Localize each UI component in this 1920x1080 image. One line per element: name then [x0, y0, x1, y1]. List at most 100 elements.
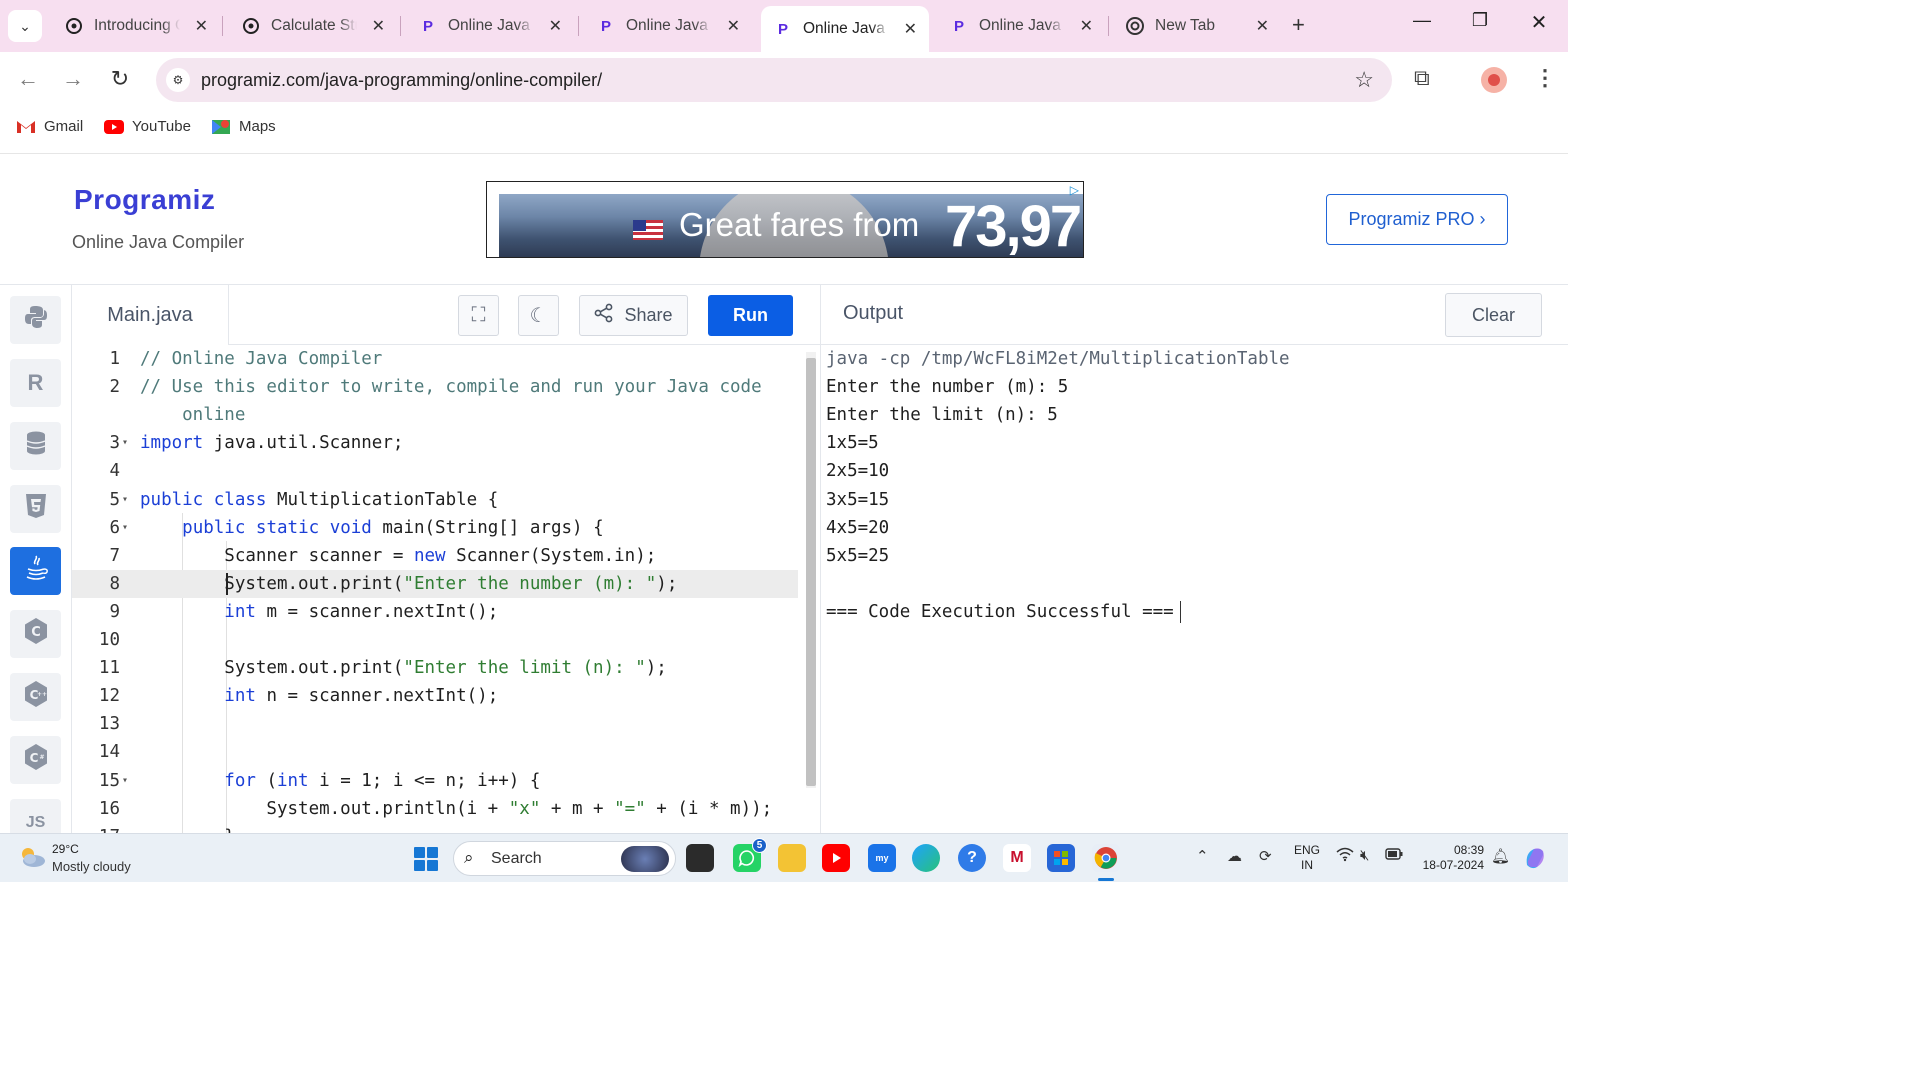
back-button[interactable]: ←: [14, 66, 42, 92]
code-line[interactable]: 16 System.out.println(i + "x" + m + "=" …: [72, 795, 798, 823]
wifi-icon[interactable]: [1336, 847, 1354, 866]
edge-browser-icon[interactable]: [912, 844, 940, 872]
close-icon[interactable]: ✕: [195, 16, 208, 36]
speaker-muted-icon[interactable]: 🔇︎: [1360, 847, 1369, 864]
tab-online-java-active[interactable]: P Online Java Compiler ✕: [761, 6, 929, 52]
tab-online-java-2[interactable]: P Online Java Compiler ✕: [584, 8, 752, 44]
weather-temperature[interactable]: 29°C: [52, 842, 79, 856]
taskbar-clock[interactable]: 08:39 18-07-2024: [1412, 843, 1484, 873]
onedrive-icon[interactable]: ☁: [1227, 847, 1242, 865]
close-icon[interactable]: ✕: [1256, 16, 1269, 36]
lang-html[interactable]: [10, 485, 61, 533]
tab-search-button[interactable]: ⌄: [8, 10, 42, 42]
code-line[interactable]: 5 ▾ public class MultiplicationTable {: [72, 486, 798, 514]
microsoft-store-icon[interactable]: [1047, 844, 1075, 872]
new-tab-button[interactable]: +: [1292, 12, 1305, 38]
fold-toggle-icon[interactable]: ▾: [122, 514, 128, 542]
programiz-logo[interactable]: Programiz: [74, 184, 215, 216]
code-line[interactable]: 8 System.out.print("Enter the number (m)…: [72, 569, 798, 598]
weather-description[interactable]: Mostly cloudy: [52, 859, 131, 874]
code-line[interactable]: 14: [72, 738, 798, 766]
ad-choices-icon[interactable]: ▷: [1070, 183, 1079, 197]
browser-menu-button[interactable]: ⋮: [1534, 65, 1556, 91]
lang-r[interactable]: R: [10, 359, 61, 407]
help-app-icon[interactable]: ?: [958, 844, 986, 872]
windows-start-icon[interactable]: [414, 847, 438, 871]
file-explorer-icon[interactable]: [778, 844, 806, 872]
lang-cpp[interactable]: C ++: [10, 673, 61, 721]
code-line[interactable]: 10: [72, 626, 798, 654]
code-line[interactable]: 15 ▾ for (int i = 1; i <= n; i++) {: [72, 767, 798, 795]
output-console[interactable]: java -cp /tmp/WcFL8iM2et/MultiplicationT…: [820, 345, 1568, 833]
mylic-app-icon[interactable]: my: [868, 844, 896, 872]
code-line[interactable]: 17 }: [72, 823, 798, 833]
fold-toggle-icon[interactable]: ▾: [122, 486, 128, 514]
lang-java[interactable]: [10, 547, 61, 595]
code-line[interactable]: 7 Scanner scanner = new Scanner(System.i…: [72, 542, 798, 570]
close-icon[interactable]: ✕: [727, 16, 740, 36]
code-editor[interactable]: 1 // Online Java Compiler 2 // Use this edi…: [72, 345, 820, 833]
file-tab-main[interactable]: Main.java: [72, 285, 229, 345]
lang-python[interactable]: [10, 296, 61, 344]
task-view-icon[interactable]: [686, 844, 714, 872]
bookmark-gmail[interactable]: Gmail: [16, 118, 83, 135]
profile-avatar[interactable]: [1481, 67, 1507, 93]
bookmark-star-icon[interactable]: ☆: [1354, 67, 1374, 93]
clear-button[interactable]: Clear: [1445, 293, 1542, 337]
close-icon[interactable]: ✕: [1080, 16, 1093, 36]
weather-cloudy-icon[interactable]: [18, 846, 46, 868]
programiz-pro-button[interactable]: Programiz PRO ›: [1326, 194, 1508, 245]
tab-online-java-3[interactable]: P Online Java Compiler ✕: [937, 8, 1105, 44]
close-icon[interactable]: ✕: [549, 16, 562, 36]
forward-button[interactable]: →: [59, 66, 87, 92]
code-line[interactable]: 9 int m = scanner.nextInt();: [72, 598, 798, 626]
run-button[interactable]: Run: [708, 295, 793, 336]
close-icon[interactable]: ✕: [372, 16, 385, 36]
address-bar[interactable]: ⚙ programiz.com/java-programming/online-…: [156, 58, 1392, 102]
code-line[interactable]: 6 ▾ public static void main(String[] args…: [72, 514, 798, 542]
lang-c[interactable]: C: [10, 610, 61, 658]
lang-sql[interactable]: [10, 422, 61, 470]
restore-button[interactable]: ❐: [1460, 10, 1500, 31]
copilot-icon[interactable]: [1522, 845, 1548, 875]
editor-scrollbar-thumb[interactable]: [806, 358, 816, 786]
code-line[interactable]: 3 ▾ import java.util.Scanner;: [72, 429, 798, 457]
fold-toggle-icon[interactable]: ▾: [122, 767, 128, 795]
site-info-icon[interactable]: ⚙: [166, 68, 190, 92]
code-line[interactable]: 4: [72, 457, 798, 485]
minimize-button[interactable]: —: [1402, 10, 1442, 31]
bookmark-maps[interactable]: Maps: [211, 118, 276, 135]
theme-toggle-button[interactable]: ☾: [518, 295, 559, 336]
reload-button[interactable]: ↻: [106, 66, 134, 92]
code-line[interactable]: 12 int n = scanner.nextInt();: [72, 682, 798, 710]
whatsapp-icon[interactable]: 5: [733, 838, 767, 872]
tab-calculate[interactable]: Calculate Student ✕: [229, 8, 397, 44]
close-icon[interactable]: ✕: [904, 19, 917, 39]
taskbar-search[interactable]: ⌕ Search: [453, 841, 676, 876]
share-button[interactable]: Share: [579, 295, 688, 336]
code-line[interactable]: 13: [72, 710, 798, 738]
lang-csharp[interactable]: C #: [10, 736, 61, 784]
mcafee-icon[interactable]: M: [1003, 844, 1031, 872]
code-line[interactable]: 1 // Online Java Compiler: [72, 345, 798, 373]
battery-icon[interactable]: [1385, 847, 1403, 864]
tab-introducing[interactable]: Introducing ChatGPT ✕: [52, 8, 220, 44]
youtube-app-icon[interactable]: [822, 844, 850, 872]
fullscreen-button[interactable]: ⛶: [458, 295, 499, 336]
code-line[interactable]: 11 System.out.print("Enter the limit (n)…: [72, 654, 798, 682]
tab-new-tab[interactable]: New Tab ✕: [1113, 8, 1281, 44]
close-window-button[interactable]: ✕: [1519, 10, 1559, 35]
chrome-taskbar-icon[interactable]: [1092, 844, 1120, 872]
url-text[interactable]: programiz.com/java-programming/online-co…: [201, 70, 602, 91]
tab-online-java-1[interactable]: P Online Java Compiler ✕: [406, 8, 574, 44]
code-line[interactable]: online: [72, 401, 798, 429]
bookmark-youtube[interactable]: YouTube: [104, 118, 191, 135]
code-line[interactable]: 2 // Use this editor to write, compile an…: [72, 373, 798, 401]
notification-bell-icon[interactable]: 🔔︎: [1491, 847, 1510, 865]
sync-icon[interactable]: ⟳: [1259, 847, 1272, 865]
ad-banner[interactable]: Great fares from 73,97 ▷: [486, 181, 1084, 258]
chevron-up-icon[interactable]: ⌃: [1196, 847, 1209, 865]
language-indicator[interactable]: ENG IN: [1294, 843, 1320, 873]
fold-toggle-icon[interactable]: ▾: [122, 429, 128, 457]
extensions-button[interactable]: ⧉: [1414, 65, 1430, 91]
